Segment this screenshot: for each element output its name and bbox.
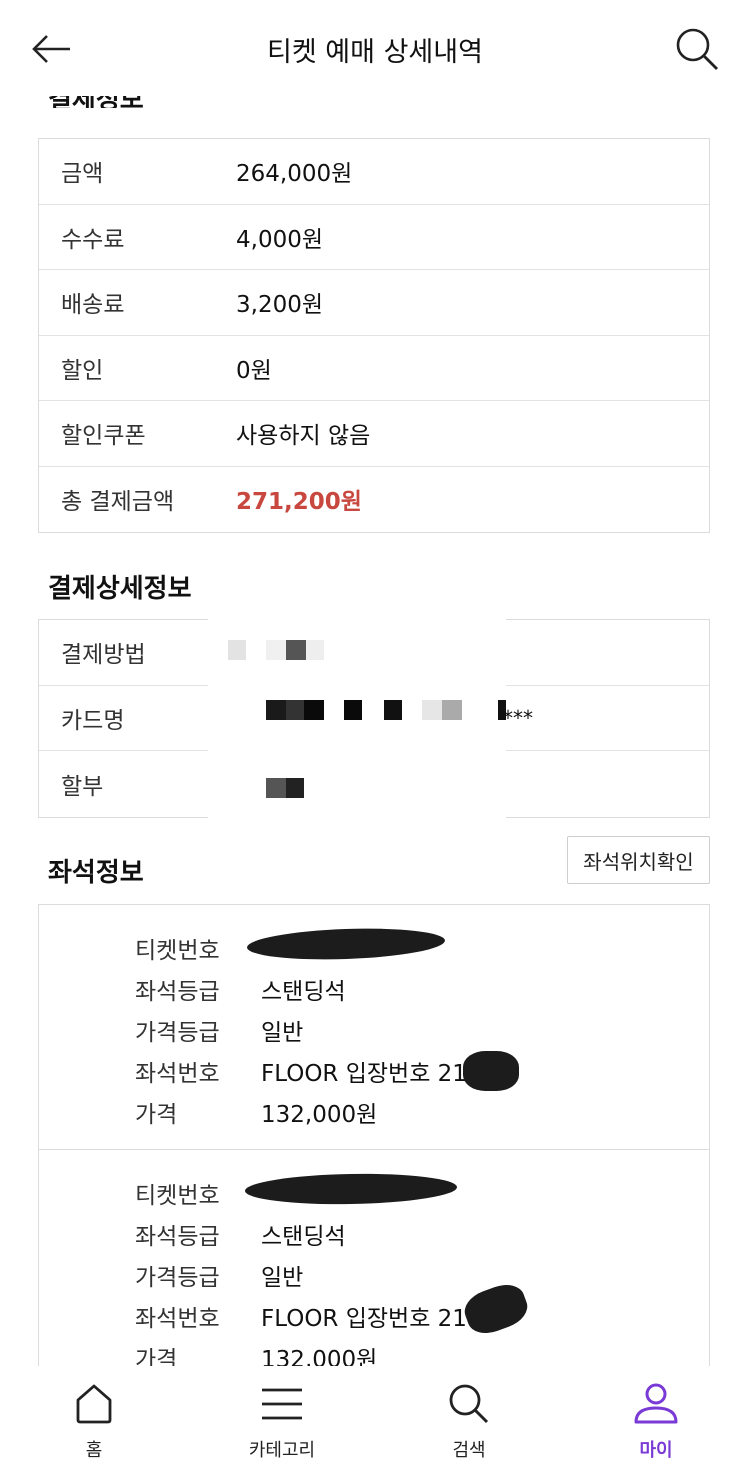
payment-row-amount: 금액 264,000원 bbox=[39, 139, 709, 205]
row-label: 총 결제금액 bbox=[61, 489, 175, 516]
redaction-scribble bbox=[459, 1278, 533, 1340]
row-value: 4,000원 bbox=[236, 226, 324, 253]
price-grade-value: 일반 bbox=[261, 1020, 304, 1046]
top-app-bar: 티켓 예매 상세내역 bbox=[0, 0, 750, 96]
nav-my-label: 마이 bbox=[639, 1440, 673, 1461]
seat-number-value: FLOOR 입장번호 21 bbox=[261, 1306, 467, 1332]
total-amount: 271,200원 bbox=[236, 489, 362, 516]
seat-grade-label: 좌석등급 bbox=[135, 1224, 220, 1250]
payment-row-total: 총 결제금액 271,200원 bbox=[39, 467, 709, 533]
page-title: 티켓 예매 상세내역 bbox=[267, 37, 483, 68]
seat-info-heading: 좌석정보 bbox=[48, 858, 144, 888]
seat-number-label: 좌석번호 bbox=[135, 1061, 220, 1087]
nav-search-label: 검색 bbox=[452, 1440, 486, 1461]
redaction-scribble bbox=[463, 1051, 519, 1091]
nav-home[interactable]: 홈 bbox=[34, 1366, 154, 1463]
price-value: 132,000원 bbox=[261, 1102, 378, 1128]
row-label: 할부 bbox=[61, 773, 104, 800]
nav-home-label: 홈 bbox=[85, 1440, 103, 1461]
payment-row-shipping: 배송료 3,200원 bbox=[39, 270, 709, 336]
seat-number-label: 좌석번호 bbox=[135, 1306, 220, 1332]
row-value: 사용하지 않음 bbox=[236, 423, 371, 450]
check-seat-location-button[interactable]: 좌석위치확인 bbox=[567, 836, 710, 884]
price-grade-label: 가격등급 bbox=[135, 1265, 220, 1291]
row-label: 할인쿠폰 bbox=[61, 423, 146, 450]
menu-icon bbox=[262, 1388, 302, 1420]
price-label: 가격 bbox=[135, 1102, 178, 1128]
seat-grade-value: 스탠딩석 bbox=[261, 1224, 346, 1250]
user-icon bbox=[634, 1383, 678, 1424]
row-value: 3,200원 bbox=[236, 292, 324, 319]
bottom-navigation: 홈 카테고리 검색 마이 bbox=[0, 1366, 750, 1463]
row-label: 할인 bbox=[61, 357, 104, 384]
price-grade-value: 일반 bbox=[261, 1265, 304, 1291]
row-label: 금액 bbox=[61, 161, 104, 188]
row-label: 수수료 bbox=[61, 226, 125, 253]
ticket-number-label: 티켓번호 bbox=[135, 1183, 220, 1209]
ticket-card: 티켓번호 좌석등급 스탠딩석 가격등급 일반 좌석번호 FLOOR 입장번호 2… bbox=[38, 904, 710, 1149]
redaction-mosaic bbox=[208, 618, 506, 818]
seat-grade-label: 좌석등급 bbox=[135, 979, 220, 1005]
nav-category-label: 카테고리 bbox=[248, 1440, 316, 1461]
price-grade-label: 가격등급 bbox=[135, 1020, 220, 1046]
row-label: 배송료 bbox=[61, 292, 125, 319]
payment-row-fee: 수수료 4,000원 bbox=[39, 205, 709, 270]
seat-number-value: FLOOR 입장번호 21 bbox=[261, 1061, 467, 1087]
row-value: 0원 bbox=[236, 357, 272, 384]
ticket-number-label: 티켓번호 bbox=[135, 938, 220, 964]
nav-category[interactable]: 카테고리 bbox=[222, 1366, 342, 1463]
search-button[interactable] bbox=[674, 26, 720, 72]
nav-search[interactable]: 검색 bbox=[409, 1366, 529, 1463]
row-label: 카드명 bbox=[61, 707, 125, 734]
row-value: 264,000원 bbox=[236, 161, 353, 188]
payment-info-table: 금액 264,000원 수수료 4,000원 배송료 3,200원 할인 0원 … bbox=[38, 138, 710, 533]
seat-grade-value: 스탠딩석 bbox=[261, 979, 346, 1005]
nav-my[interactable]: 마이 bbox=[596, 1366, 716, 1463]
payment-row-coupon: 할인쿠폰 사용하지 않음 bbox=[39, 401, 709, 467]
redaction-scribble bbox=[244, 1172, 458, 1206]
ticket-card: 티켓번호 좌석등급 스탠딩석 가격등급 일반 좌석번호 FLOOR 입장번호 2… bbox=[38, 1149, 710, 1373]
search-icon bbox=[676, 28, 718, 70]
payment-row-discount: 할인 0원 bbox=[39, 336, 709, 401]
row-label: 결제방법 bbox=[61, 642, 146, 669]
card-number-suffix: *** bbox=[503, 705, 533, 730]
search-icon bbox=[449, 1384, 489, 1424]
home-icon bbox=[76, 1384, 112, 1424]
payment-detail-heading: 결제상세정보 bbox=[48, 574, 192, 604]
redaction-scribble bbox=[246, 925, 446, 963]
